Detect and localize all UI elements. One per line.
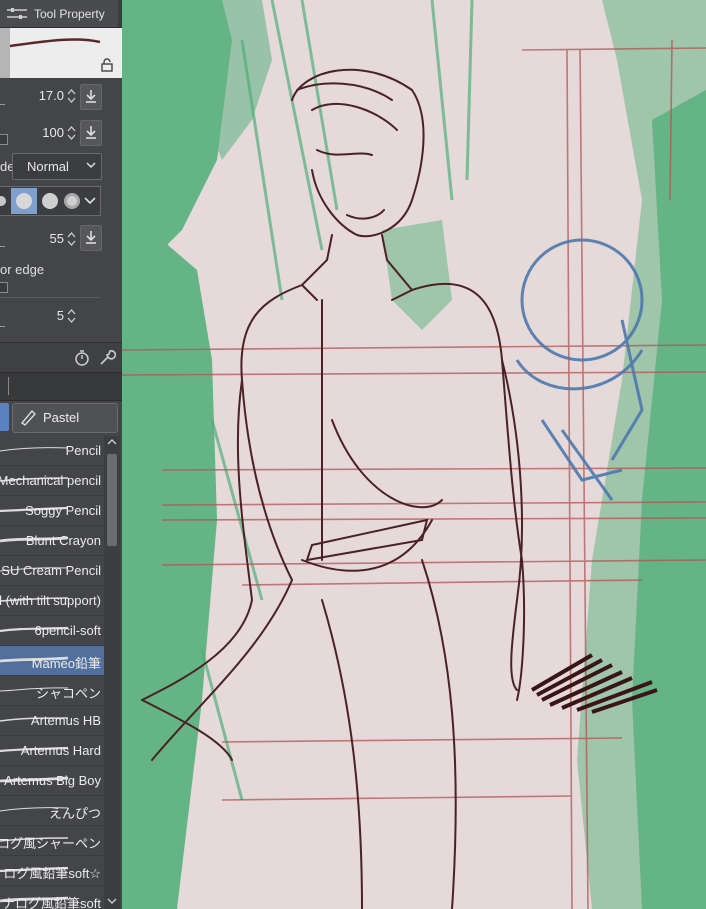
opacity-download-button[interactable]: [80, 120, 102, 146]
textured-tip-icon[interactable]: [61, 190, 83, 212]
size-spinner-icon[interactable]: [67, 88, 76, 104]
tool-property-header: Tool Property: [0, 0, 122, 28]
brush-name: Pencil: [65, 443, 101, 458]
download-icon: [86, 126, 96, 139]
brush-list-scrollbar[interactable]: [104, 436, 120, 909]
brush-name: Artemus Hard: [20, 743, 101, 758]
brush-list-item[interactable]: シャコペン: [0, 676, 104, 706]
brush-name: Mameo鉛筆: [31, 656, 101, 671]
opacity-spinner-icon[interactable]: [67, 125, 76, 141]
download-icon: [86, 90, 96, 103]
stabilization-spinner-icon[interactable]: [67, 308, 76, 324]
group-tab-pastel-label: Pastel: [43, 410, 80, 425]
chevron-down-icon[interactable]: [84, 195, 96, 205]
brush-list-item[interactable]: えんぴつ: [0, 796, 104, 826]
scroll-down-icon[interactable]: [107, 897, 117, 905]
reset-icon[interactable]: [73, 349, 91, 367]
brush-size-value[interactable]: 17.0: [20, 88, 64, 103]
brush-name: Mechanical pencil: [0, 473, 101, 488]
brush-list-item[interactable]: l (with tilt support): [0, 586, 104, 616]
brush-list-item[interactable]: Mameo鉛筆: [0, 646, 104, 676]
brush-name: l (with tilt support): [0, 593, 101, 608]
tip-round-selected[interactable]: [11, 188, 37, 214]
round-tip-icon: [16, 193, 32, 209]
sliders-icon: [7, 8, 27, 19]
hardness-download-button[interactable]: [80, 225, 102, 251]
sketch-artwork: [122, 0, 706, 909]
lock-icon[interactable]: [100, 58, 114, 72]
brush-list-item[interactable]: Artemus Big Boy: [0, 766, 104, 796]
panel-title: Tool Property: [34, 7, 105, 21]
tool-property-panel: Tool Property 17.0 100 de Normal 55 or e…: [0, 0, 123, 909]
blend-mode-select[interactable]: Normal: [12, 153, 102, 180]
scroll-up-icon[interactable]: [107, 438, 117, 446]
hardness-value[interactable]: 55: [20, 231, 64, 246]
wrench-icon[interactable]: [98, 349, 116, 367]
brush-stroke-preview: [0, 28, 122, 78]
brush-list-item[interactable]: SU Cream Pencil: [0, 556, 104, 586]
brush-list: Pencil Mechanical pencil Soggy Pencil Blunt…: [0, 436, 104, 909]
sub-tool-group-row: Pastel: [0, 400, 122, 434]
brush-name: 6pencil-soft: [34, 623, 101, 638]
size-download-button[interactable]: [80, 84, 102, 110]
brush-list-item[interactable]: Artemus HB: [0, 706, 104, 736]
brush-name: ログ風シャーペン: [0, 836, 101, 851]
brush-name: ナログ風鉛筆soft: [2, 896, 101, 909]
scrollbar-thumb[interactable]: [107, 454, 117, 546]
stabilization-value[interactable]: 5: [20, 308, 64, 323]
hardness-spinner-icon[interactable]: [67, 231, 76, 247]
edge-checkbox[interactable]: [0, 282, 8, 293]
edge-label: or edge: [0, 262, 45, 277]
brush-name: SU Cream Pencil: [1, 563, 101, 578]
brush-list-item[interactable]: ログ風鉛筆soft☆: [0, 856, 104, 886]
brush-name: Soggy Pencil: [25, 503, 101, 518]
pastel-icon: [20, 409, 36, 426]
soft-tip-icon[interactable]: [39, 190, 61, 212]
opacity-checkbox[interactable]: [0, 134, 8, 145]
brush-name: Blunt Crayon: [25, 533, 101, 548]
brush-name: シャコペン: [35, 686, 101, 701]
brush-list-item[interactable]: ログ風シャーペン: [0, 826, 104, 856]
brush-list-item[interactable]: 6pencil-soft: [0, 616, 104, 646]
group-tab-pastel[interactable]: Pastel: [12, 403, 118, 433]
brush-list-item[interactable]: ナログ風鉛筆soft: [0, 886, 104, 909]
brush-list-item[interactable]: Artemus Hard: [0, 736, 104, 766]
brush-list-item[interactable]: Mechanical pencil: [0, 466, 104, 496]
brush-name: ログ風鉛筆soft☆: [3, 866, 101, 881]
brush-list-item[interactable]: Soggy Pencil: [0, 496, 104, 526]
download-icon: [86, 231, 96, 244]
opacity-value[interactable]: 100: [20, 125, 64, 140]
brush-list-item[interactable]: Pencil: [0, 436, 104, 466]
brush-name: Artemus HB: [30, 713, 101, 728]
blend-mode-value: Normal: [27, 159, 69, 174]
sub-tool-header: [0, 372, 122, 401]
brush-name: えんぴつ: [48, 806, 101, 821]
drawing-canvas[interactable]: [122, 0, 706, 909]
brush-name: Artemus Big Boy: [4, 773, 101, 788]
tool-property-footer: [0, 342, 122, 373]
group-tab-pencil[interactable]: [0, 403, 9, 431]
brush-list-item[interactable]: Blunt Crayon: [0, 526, 104, 556]
chevron-down-icon: [86, 162, 96, 169]
brush-stroke-thumbnail: [0, 447, 69, 452]
